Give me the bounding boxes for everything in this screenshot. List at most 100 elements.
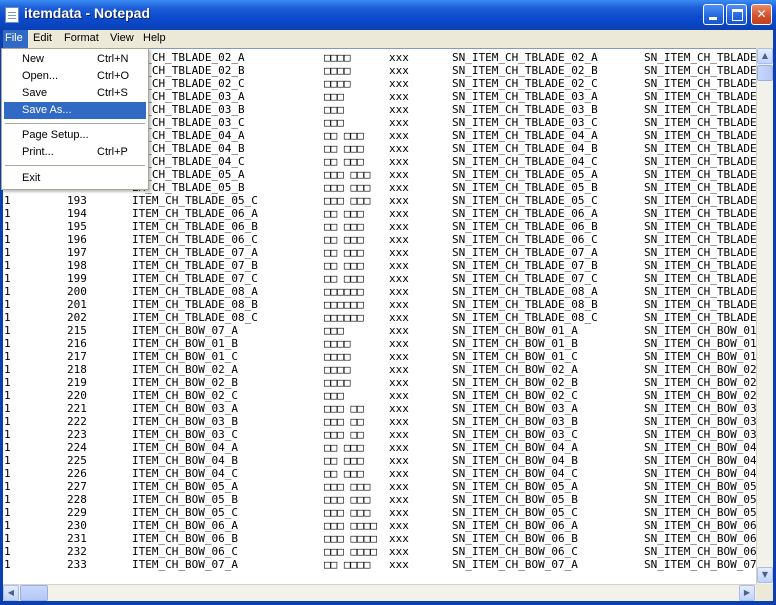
line-col-placeholder: xxx bbox=[389, 64, 409, 77]
line-col-name: □□□ □□□ bbox=[324, 480, 371, 493]
line-col-placeholder: xxx bbox=[389, 207, 409, 220]
line-col-id: 200 bbox=[67, 285, 87, 298]
line-col-string-id: SN_ITEM_CH_BOW_02_A bbox=[452, 363, 578, 376]
line-col-id: 215 bbox=[67, 324, 87, 337]
line-col-id: 201 bbox=[67, 298, 87, 311]
scroll-up-arrow-icon[interactable]: ▲ bbox=[757, 48, 773, 64]
line-col-item-code: ITEM_CH_TBLADE_07_B bbox=[132, 259, 258, 272]
line-col-string-id-2: SN_ITEM_CH_TBLADE_03_B bbox=[644, 103, 756, 116]
line-col-string-id: SN_ITEM_CH_BOW_01_A bbox=[452, 324, 578, 337]
line-col-name: □□□ bbox=[324, 90, 344, 103]
line-col-string-id: SN_ITEM_CH_BOW_07_A bbox=[452, 558, 578, 571]
close-button[interactable]: ✕ bbox=[751, 4, 772, 25]
line-col-string-id: SN_ITEM_CH_TBLADE_06_B bbox=[452, 220, 598, 233]
menu-edit[interactable]: Edit bbox=[28, 30, 57, 48]
horizontal-scrollbar[interactable]: ◀ ▶ bbox=[3, 584, 756, 601]
line-col-string-id-2: SN_ITEM_CH_TBLADE_02_A bbox=[644, 51, 756, 64]
scroll-right-arrow-icon[interactable]: ▶ bbox=[739, 585, 755, 601]
vertical-scroll-thumb[interactable] bbox=[757, 65, 773, 81]
file-menu-open[interactable]: Open... Ctrl+O bbox=[4, 68, 146, 85]
line-col-string-id: SN_ITEM_CH_TBLADE_03_C bbox=[452, 116, 598, 129]
line-col-item-code: ITEM_CH_BOW_06_C bbox=[132, 545, 238, 558]
line-col-item-code: ITEM_CH_TBLADE_06_C bbox=[132, 233, 258, 246]
line-col-id: 222 bbox=[67, 415, 87, 428]
resize-grip[interactable] bbox=[756, 584, 773, 601]
line-col-id: 223 bbox=[67, 428, 87, 441]
line-col-string-id-2: SN_ITEM_CH_TBLADE_08_B bbox=[644, 298, 756, 311]
line-col-string-id: SN_ITEM_CH_BOW_04_A bbox=[452, 441, 578, 454]
line-col-id: 196 bbox=[67, 233, 87, 246]
line-col-item-code: ITEM_CH_BOW_05_A bbox=[132, 480, 238, 493]
scroll-down-arrow-icon[interactable]: ▼ bbox=[757, 567, 773, 583]
line-col-flag: 1 bbox=[4, 545, 11, 558]
line-col-name: □□□□ bbox=[324, 64, 351, 77]
line-col-id: 224 bbox=[67, 441, 87, 454]
line-col-flag: 1 bbox=[4, 246, 11, 259]
line-col-string-id: SN_ITEM_CH_BOW_05_A bbox=[452, 480, 578, 493]
line-col-flag: 1 bbox=[4, 480, 11, 493]
line-col-placeholder: xxx bbox=[389, 233, 409, 246]
line-col-string-id-2: SN_ITEM_CH_TBLADE_06_C bbox=[644, 233, 756, 246]
line-col-flag: 1 bbox=[4, 298, 11, 311]
line-col-string-id-2: SN_ITEM_CH_TBLADE_05_C bbox=[644, 194, 756, 207]
line-col-item-code: ITEM_CH_TBLADE_07_A bbox=[132, 246, 258, 259]
line-col-item-code: ITEM_CH_TBLADE_06_B bbox=[132, 220, 258, 233]
horizontal-scroll-thumb[interactable] bbox=[20, 585, 48, 601]
line-col-item-code: ITEM_CH_BOW_02_C bbox=[132, 389, 238, 402]
line-col-string-id: SN_ITEM_CH_BOW_02_C bbox=[452, 389, 578, 402]
line-col-string-id: SN_ITEM_CH_TBLADE_06_A bbox=[452, 207, 598, 220]
line-col-string-id-2: SN_ITEM_CH_TBLADE_04_C bbox=[644, 155, 756, 168]
file-menu-exit[interactable]: Exit bbox=[4, 170, 146, 187]
line-col-name: □□ □□□ bbox=[324, 142, 364, 155]
line-col-string-id-2: SN_ITEM_CH_TBLADE_07_C bbox=[644, 272, 756, 285]
maximize-button[interactable] bbox=[726, 4, 747, 25]
menu-view[interactable]: View bbox=[105, 30, 139, 48]
line-col-placeholder: xxx bbox=[389, 103, 409, 116]
line-col-name: □□□ bbox=[324, 324, 344, 337]
file-menu-save[interactable]: Save Ctrl+S bbox=[4, 85, 146, 102]
minimize-button[interactable] bbox=[703, 4, 724, 25]
menu-help[interactable]: Help bbox=[138, 30, 171, 48]
window-frame-bottom bbox=[0, 601, 776, 605]
line-col-item-code: ITEM_CH_BOW_02_B bbox=[132, 376, 238, 389]
line-col-flag: 1 bbox=[4, 402, 11, 415]
line-col-string-id: SN_ITEM_CH_TBLADE_03_A bbox=[452, 90, 598, 103]
file-menu-new[interactable]: New Ctrl+N bbox=[4, 51, 146, 68]
line-col-string-id-2: SN_ITEM_CH_TBLADE_04_B bbox=[644, 142, 756, 155]
notepad-app-icon[interactable] bbox=[5, 7, 19, 23]
line-col-string-id-2: SN_ITEM_CH_BOW_04_B bbox=[644, 454, 756, 467]
line-col-id: 198 bbox=[67, 259, 87, 272]
line-col-placeholder: xxx bbox=[389, 441, 409, 454]
menu-format[interactable]: Format bbox=[59, 30, 104, 48]
line-col-name: □□ □□□ bbox=[324, 207, 364, 220]
line-col-string-id-2: SN_ITEM_CH_TBLADE_03_C bbox=[644, 116, 756, 129]
line-col-placeholder: xxx bbox=[389, 246, 409, 259]
file-menu-save-as[interactable]: Save As... bbox=[4, 102, 146, 119]
line-col-flag: 1 bbox=[4, 428, 11, 441]
line-col-flag: 1 bbox=[4, 220, 11, 233]
line-col-name: □□□ □□ bbox=[324, 402, 364, 415]
line-col-string-id-2: SN_ITEM_CH_BOW_03_B bbox=[644, 415, 756, 428]
line-col-item-code: ITEM_CH_BOW_03_A bbox=[132, 402, 238, 415]
line-col-string-id-2: SN_ITEM_CH_TBLADE_06_B bbox=[644, 220, 756, 233]
line-col-placeholder: xxx bbox=[389, 51, 409, 64]
line-col-name: □□ □□□ bbox=[324, 233, 364, 246]
line-col-string-id-2: SN_ITEM_CH_TBLADE_08_A bbox=[644, 285, 756, 298]
title-bar[interactable]: itemdata - Notepad ✕ bbox=[0, 0, 776, 30]
line-col-string-id: SN_ITEM_CH_BOW_06_A bbox=[452, 519, 578, 532]
file-menu-page-setup[interactable]: Page Setup... bbox=[4, 127, 146, 144]
file-menu-print[interactable]: Print... Ctrl+P bbox=[4, 144, 146, 161]
scroll-left-arrow-icon[interactable]: ◀ bbox=[3, 585, 19, 601]
close-icon: ✕ bbox=[756, 7, 767, 21]
line-col-item-code: ITEM_CH_TBLADE_05_C bbox=[132, 194, 258, 207]
line-col-item-code: ITEM_CH_TBLADE_06_A bbox=[132, 207, 258, 220]
line-col-flag: 1 bbox=[4, 207, 11, 220]
window-title: itemdata - Notepad bbox=[24, 5, 151, 21]
line-col-item-code: ITEM_CH_BOW_03_B bbox=[132, 415, 238, 428]
line-col-flag: 1 bbox=[4, 558, 11, 571]
menu-file[interactable]: File bbox=[0, 30, 28, 48]
line-col-name: □□□ □□□ bbox=[324, 181, 371, 194]
line-col-placeholder: xxx bbox=[389, 77, 409, 90]
vertical-scrollbar[interactable]: ▲ ▼ bbox=[756, 48, 773, 584]
line-col-string-id: SN_ITEM_CH_BOW_06_C bbox=[452, 545, 578, 558]
